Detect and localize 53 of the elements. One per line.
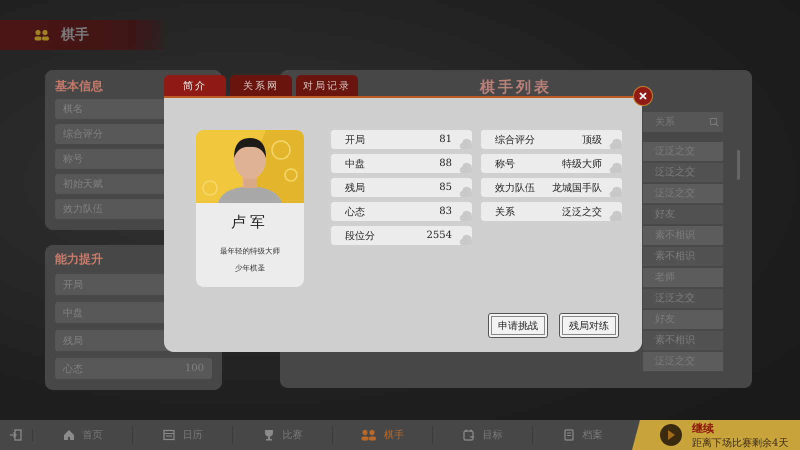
calendar-icon [462, 429, 474, 441]
stat-label: 中盘 [345, 158, 366, 170]
people-icon [34, 29, 49, 41]
panel-title: 能力提升 [55, 251, 103, 267]
continue-button[interactable]: 继续 距离下场比赛剩余4天 [632, 420, 800, 450]
trophy-icon [262, 429, 274, 441]
stat-label: 综合评分 [495, 134, 536, 146]
page-title: 棋手 [61, 26, 89, 44]
panel-title: 棋手列表 [480, 78, 552, 98]
stat-label: 称号 [495, 158, 516, 170]
cloud-icon [608, 209, 622, 221]
action-button[interactable]: 申请挑战 [488, 313, 548, 338]
player-name: 卢军 [231, 213, 269, 232]
stat-label: 段位分 [345, 230, 376, 242]
nav-item[interactable]: 棋手 [333, 426, 433, 444]
home-icon [62, 429, 74, 441]
stat-value: 88 [439, 158, 452, 169]
tab[interactable]: 关系网 [230, 75, 292, 96]
cloud-icon [608, 185, 622, 197]
cloud-icon [458, 233, 472, 245]
stat-value: 83 [439, 206, 452, 217]
close-icon [639, 92, 647, 100]
stat-label: 开局 [345, 134, 366, 146]
cloud-icon [458, 137, 472, 149]
continue-subtitle: 距离下场比赛剩余4天 [692, 436, 788, 450]
stat-label: 效力队伍 [495, 182, 536, 194]
document-icon [562, 429, 574, 441]
stat-value: 85 [439, 182, 452, 193]
stat-value: 特级大师 [562, 158, 602, 170]
stat-value: 81 [439, 134, 452, 145]
stat-label: 关系 [495, 206, 516, 218]
cloud-icon [608, 137, 622, 149]
stat-label: 残局 [345, 182, 366, 194]
continue-label: 继续 [692, 420, 715, 436]
exit-icon[interactable] [10, 429, 22, 441]
cloud-icon [458, 161, 472, 173]
cloud-icon [608, 161, 622, 173]
action-button[interactable]: 残局对练 [559, 313, 619, 338]
cloud-icon [458, 185, 472, 197]
panel-title: 基本信息 [55, 78, 103, 94]
nav-label: 棋手 [384, 428, 404, 442]
cloud-icon [458, 209, 472, 221]
tab[interactable]: 对局记录 [296, 75, 358, 96]
play-icon [660, 424, 682, 446]
stat-value: 泛泛之交 [562, 206, 602, 218]
calendar-icon [162, 429, 174, 441]
tab[interactable]: 简介 [164, 75, 226, 96]
sort-icon [710, 118, 719, 126]
stat-value: 龙城国手队 [552, 182, 602, 194]
stat-value: 2554 [426, 230, 452, 241]
stat-label: 心态 [345, 206, 366, 218]
people-icon [361, 429, 376, 441]
stat-value: 顶级 [582, 134, 602, 146]
